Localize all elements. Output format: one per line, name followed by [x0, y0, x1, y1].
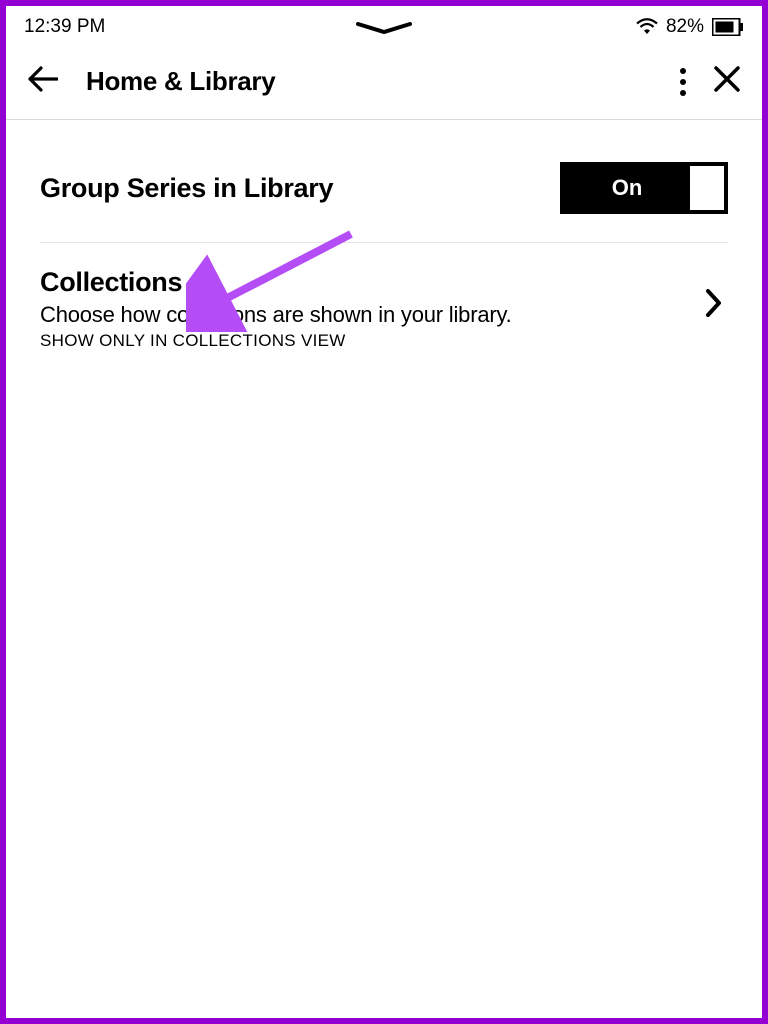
battery-percent: 82% [666, 16, 704, 38]
battery-icon [712, 18, 744, 36]
page-title: Home & Library [86, 66, 275, 97]
kebab-dot-icon [680, 79, 686, 85]
kebab-dot-icon [680, 90, 686, 96]
back-button[interactable] [28, 66, 58, 97]
header-actions [680, 66, 740, 97]
toggle-knob [690, 166, 724, 210]
close-button[interactable] [714, 66, 740, 97]
pull-down-handle-icon[interactable] [356, 22, 412, 41]
more-options-button[interactable] [680, 68, 686, 96]
collections-row[interactable]: Collections Choose how collections are s… [40, 243, 728, 363]
collections-description: Choose how collections are shown in your… [40, 302, 706, 328]
group-series-title: Group Series in Library [40, 173, 333, 204]
collections-subtext: SHOW ONLY IN COLLECTIONS VIEW [40, 331, 706, 351]
status-right: 82% [636, 16, 744, 38]
settings-content: Group Series in Library On Collections C… [6, 120, 762, 363]
kebab-dot-icon [680, 68, 686, 74]
chevron-right-icon [706, 289, 722, 322]
collections-title: Collections [40, 267, 706, 298]
status-time: 12:39 PM [24, 16, 105, 38]
toggle-label: On [564, 175, 690, 201]
group-series-toggle[interactable]: On [560, 162, 728, 214]
header: Home & Library [6, 44, 762, 119]
group-series-row: Group Series in Library On [40, 120, 728, 242]
arrow-left-icon [28, 66, 58, 92]
wifi-icon [636, 18, 658, 36]
collections-text: Collections Choose how collections are s… [40, 267, 706, 351]
close-icon [714, 66, 740, 92]
